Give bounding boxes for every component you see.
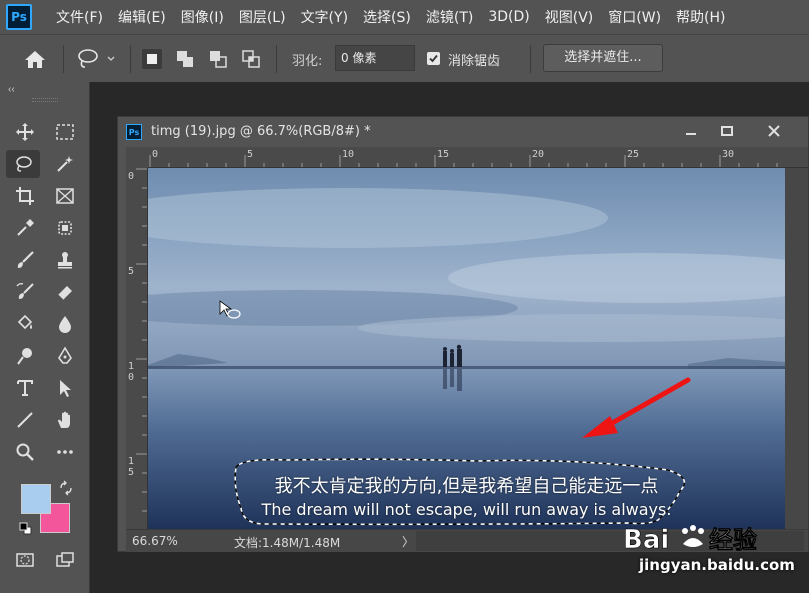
menu-type[interactable]: 文字(Y) bbox=[301, 7, 348, 27]
zoom-level[interactable]: 66.67% bbox=[132, 534, 178, 548]
document-tab[interactable]: Ps timg (19).jpg @ 66.7%(RGB/8#) * bbox=[118, 117, 808, 147]
history-brush-icon[interactable] bbox=[8, 278, 42, 306]
tools-panel: ‹‹ bbox=[0, 82, 90, 593]
maximize-icon[interactable] bbox=[712, 120, 742, 142]
menu-bar: Ps 文件(F) 编辑(E) 图像(I) 图层(L) 文字(Y) 选择(S) 滤… bbox=[0, 0, 809, 34]
feather-input[interactable]: 0 像素 bbox=[335, 45, 415, 71]
ruler-left-label: 1 bbox=[128, 361, 135, 372]
magic-wand-icon[interactable] bbox=[48, 150, 82, 178]
horizontal-ruler[interactable]: 0 5 10 15 20 25 30 bbox=[148, 147, 808, 168]
close-icon[interactable] bbox=[759, 120, 789, 142]
document-ps-icon: Ps bbox=[126, 124, 142, 140]
menu-image[interactable]: 图像(I) bbox=[181, 7, 224, 27]
vertical-scrollbar[interactable] bbox=[785, 168, 808, 529]
hand-tool-icon[interactable] bbox=[48, 406, 82, 434]
brush-tool-icon[interactable] bbox=[8, 246, 42, 274]
eyedropper-icon[interactable] bbox=[8, 214, 42, 242]
photoshop-logo: Ps bbox=[6, 4, 32, 30]
baidu-watermark: Bai 经验 jingyan.baidu.com bbox=[617, 520, 807, 590]
type-tool-icon[interactable] bbox=[8, 374, 42, 402]
menu-window[interactable]: 窗口(W) bbox=[608, 7, 661, 27]
blur-tool-icon[interactable] bbox=[48, 310, 82, 338]
document-title: timg (19).jpg @ 66.7%(RGB/8#) * bbox=[151, 124, 371, 139]
minimize-icon[interactable] bbox=[676, 120, 706, 142]
home-icon[interactable] bbox=[22, 48, 48, 70]
caption-chinese: 我不太肯定我的方向,但是我希望自己能走远一点 bbox=[274, 476, 659, 497]
ruler-left-label: 5 bbox=[128, 467, 135, 478]
menu-view[interactable]: 视图(V) bbox=[545, 7, 594, 27]
default-colors-icon[interactable] bbox=[19, 522, 33, 536]
ruler-top-label: 20 bbox=[532, 149, 545, 160]
options-bar: 羽化: 0 像素 消除锯齿 选择并遮住... bbox=[0, 34, 809, 82]
document-size-info: 文档:1.48M/1.48M bbox=[234, 536, 341, 550]
menu-help[interactable]: 帮助(H) bbox=[676, 7, 725, 27]
screen-mode-icon[interactable] bbox=[48, 546, 82, 574]
feather-label: 羽化: bbox=[292, 54, 323, 69]
ruler-top-label: 25 bbox=[627, 149, 640, 160]
path-selection-icon[interactable] bbox=[48, 374, 82, 402]
vertical-ruler[interactable]: 0 5 1 0 1 5 bbox=[126, 168, 148, 529]
more-tools-icon[interactable] bbox=[48, 438, 82, 466]
caption-english: The dream will not escape, will run away… bbox=[261, 500, 672, 519]
menu-filter[interactable]: 滤镜(T) bbox=[426, 7, 473, 27]
ruler-left-label: 1 bbox=[128, 456, 135, 467]
menu-3d[interactable]: 3D(D) bbox=[488, 9, 529, 25]
antialias-checkbox[interactable] bbox=[427, 52, 440, 65]
add-to-selection-icon[interactable] bbox=[175, 49, 195, 69]
frame-tool-icon[interactable] bbox=[48, 182, 82, 210]
menu-layer[interactable]: 图层(L) bbox=[239, 7, 286, 27]
zoom-tool-icon[interactable] bbox=[8, 438, 42, 466]
ruler-left-label: 0 bbox=[128, 372, 135, 383]
select-and-mask-button[interactable]: 选择并遮住... bbox=[543, 44, 663, 72]
svg-text:Bai: Bai bbox=[623, 525, 669, 555]
eraser-tool-icon[interactable] bbox=[48, 278, 82, 306]
ruler-top-label: 30 bbox=[722, 149, 735, 160]
panel-grip[interactable] bbox=[32, 98, 58, 102]
lasso-tool-icon[interactable] bbox=[6, 150, 40, 178]
document-window: Ps timg (19).jpg @ 66.7%(RGB/8#) * 0 5 1… bbox=[117, 116, 809, 552]
menu-file[interactable]: 文件(F) bbox=[56, 7, 103, 27]
svg-text:经验: 经验 bbox=[709, 526, 757, 554]
ruler-top-label: 5 bbox=[247, 149, 254, 160]
clone-stamp-icon[interactable] bbox=[48, 246, 82, 274]
subtract-from-selection-icon[interactable] bbox=[208, 49, 228, 69]
ruler-top-label: 0 bbox=[152, 149, 159, 160]
ruler-corner bbox=[126, 147, 148, 168]
watermark-url: jingyan.baidu.com bbox=[639, 556, 795, 574]
ruler-top-label: 10 bbox=[342, 149, 355, 160]
menu-select[interactable]: 选择(S) bbox=[363, 7, 411, 27]
move-tool-icon[interactable] bbox=[8, 118, 42, 146]
ruler-top-label: 15 bbox=[437, 149, 450, 160]
healing-brush-icon[interactable] bbox=[48, 214, 82, 242]
paint-bucket-icon[interactable] bbox=[8, 310, 42, 338]
ruler-left-label: 5 bbox=[128, 266, 135, 277]
line-tool-icon[interactable] bbox=[8, 406, 42, 434]
new-selection-icon[interactable] bbox=[142, 49, 162, 69]
image-canvas[interactable]: 我不太肯定我的方向,但是我希望自己能走远一点 The dream will no… bbox=[148, 168, 785, 529]
ruler-left-label: 0 bbox=[128, 171, 135, 182]
marquee-tool-icon[interactable] bbox=[48, 118, 82, 146]
dodge-tool-icon[interactable] bbox=[8, 342, 42, 370]
swap-colors-icon[interactable] bbox=[58, 480, 74, 496]
antialias-label: 消除锯齿 bbox=[448, 54, 501, 69]
pen-tool-icon[interactable] bbox=[48, 342, 82, 370]
status-menu-arrow[interactable]: 〉 bbox=[402, 533, 414, 550]
collapse-panel-icon[interactable]: ‹‹ bbox=[8, 84, 15, 95]
foreground-color-swatch[interactable] bbox=[21, 484, 51, 514]
baidu-jingyan-logo: Bai 经验 bbox=[623, 525, 758, 556]
crop-tool-icon[interactable] bbox=[8, 182, 42, 210]
quick-mask-icon[interactable] bbox=[8, 546, 42, 574]
intersect-selection-icon[interactable] bbox=[241, 49, 261, 69]
menu-edit[interactable]: 编辑(E) bbox=[118, 7, 166, 27]
lasso-preset-icon[interactable] bbox=[76, 47, 118, 71]
